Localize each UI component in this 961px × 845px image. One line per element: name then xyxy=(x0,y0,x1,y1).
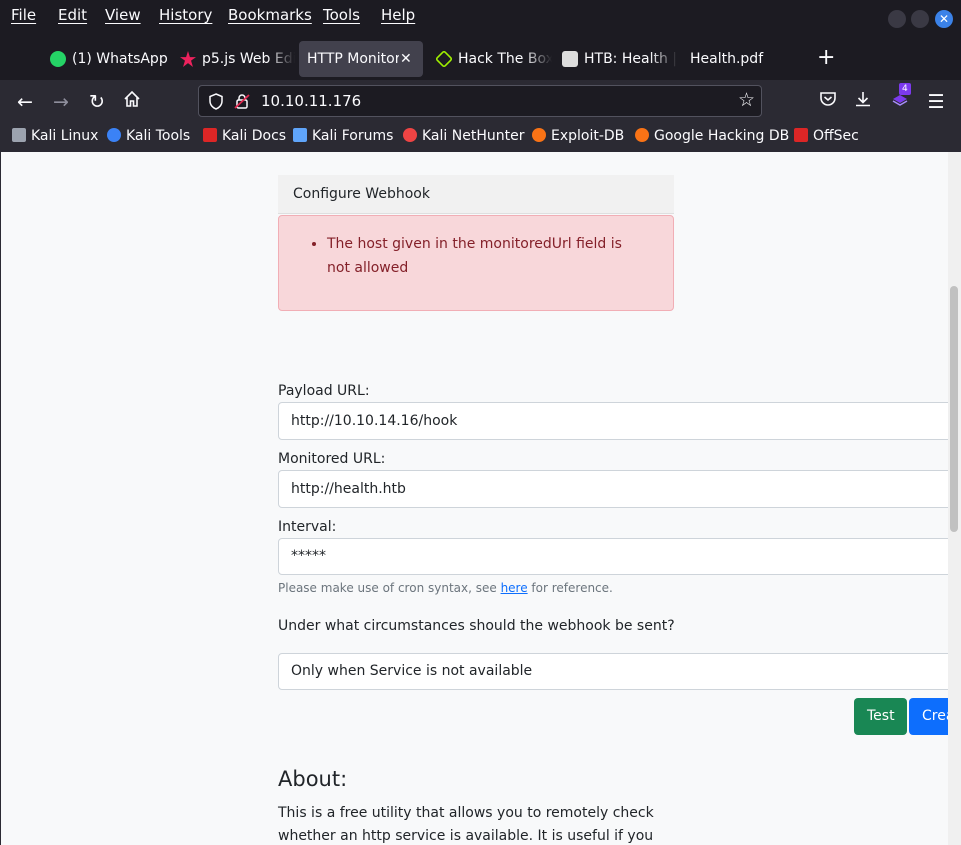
menu-view[interactable]: View xyxy=(105,6,141,24)
menu-file[interactable]: File xyxy=(11,6,36,24)
cron-reference-link[interactable]: here xyxy=(501,581,528,595)
tab-htb-health[interactable]: HTB: Health | xyxy=(552,41,678,77)
kali-nethunter-icon xyxy=(403,128,417,142)
forward-button[interactable]: → xyxy=(49,90,73,114)
payload-url-label: Payload URL: xyxy=(278,383,370,399)
error-message: The host given in the monitoredUrl field… xyxy=(327,232,647,280)
app-menu-button[interactable]: ☰ xyxy=(924,90,948,114)
hackthebox-icon xyxy=(434,49,454,69)
help-text-before: Please make use of cron syntax, see xyxy=(278,581,501,595)
bookmark-kali-docs[interactable]: Kali Docs xyxy=(203,128,286,144)
about-heading: About: xyxy=(278,767,348,791)
bookmark-label: Kali NetHunter xyxy=(422,128,525,144)
bookmark-kali-tools[interactable]: Kali Tools xyxy=(107,128,190,144)
bookmark-label: Kali Forums xyxy=(312,128,394,144)
new-tab-button[interactable]: + xyxy=(817,46,835,70)
close-tab-icon[interactable]: ✕ xyxy=(400,41,412,77)
about-text: This is a free utility that allows you t… xyxy=(278,805,654,844)
kali-forums-icon xyxy=(293,128,307,142)
tab-label: (1) WhatsApp xyxy=(72,51,168,67)
reload-button[interactable]: ↻ xyxy=(85,90,109,114)
menu-bookmarks[interactable]: Bookmarks xyxy=(228,6,312,24)
card-header: Configure Webhook xyxy=(278,175,674,214)
window-close-button[interactable]: ✕ xyxy=(935,10,953,28)
bookmark-exploit-db[interactable]: Exploit-DB xyxy=(532,128,624,144)
minimize-button[interactable] xyxy=(888,10,906,28)
interval-input[interactable]: ***** xyxy=(278,538,961,575)
payload-url-input[interactable]: http://10.10.14.16/hook xyxy=(278,402,961,440)
menu-edit[interactable]: Edit xyxy=(58,6,87,24)
bookmark-label: OffSec xyxy=(813,128,859,144)
menu-bar: File Edit View History Bookmarks Tools H… xyxy=(0,0,961,32)
page-scrollbar[interactable] xyxy=(948,152,961,845)
menu-tools[interactable]: Tools xyxy=(323,6,360,24)
address-bar[interactable]: 10.10.11.176 ☆ xyxy=(198,85,762,117)
exploit-db-icon xyxy=(532,128,546,142)
pocket-icon xyxy=(820,92,836,106)
tab-label: Health.pdf xyxy=(690,51,764,67)
downloads-button[interactable] xyxy=(851,90,875,114)
insecure-lock-icon[interactable] xyxy=(234,93,250,110)
bookmark-label: Kali Docs xyxy=(222,128,287,144)
cron-help-text: Please make use of cron syntax, see here… xyxy=(278,581,613,595)
url-text: 10.10.11.176 xyxy=(261,92,362,110)
ghdb-icon xyxy=(635,128,649,142)
bookmark-label: Google Hacking DB xyxy=(654,128,790,144)
navigation-toolbar: ← → ↻ 10.10.11.176 ☆ 4 ☰ xyxy=(0,80,961,124)
bookmark-label: Exploit-DB xyxy=(551,128,625,144)
menu-history[interactable]: History xyxy=(159,6,212,24)
help-text-after: for reference. xyxy=(527,581,613,595)
bookmark-offsec[interactable]: OffSec xyxy=(794,128,859,144)
home-icon xyxy=(124,90,140,107)
home-button[interactable] xyxy=(120,90,144,114)
error-alert: The host given in the monitoredUrl field… xyxy=(278,215,674,311)
tab-strip: (1) WhatsApp p5.js Web Editor HTTP Monit… xyxy=(0,38,961,80)
extension-badge: 4 xyxy=(899,83,911,95)
kali-docs-icon xyxy=(203,128,217,142)
tab-p5js[interactable]: p5.js Web Editor xyxy=(170,41,295,77)
condition-question: Under what circumstances should the webh… xyxy=(278,618,675,634)
scrollbar-thumb[interactable] xyxy=(950,286,958,532)
tab-whatsapp[interactable]: (1) WhatsApp xyxy=(40,41,170,77)
test-button[interactable]: Test xyxy=(854,698,907,735)
pocket-button[interactable] xyxy=(816,90,840,114)
download-icon xyxy=(856,92,870,107)
interval-label: Interval: xyxy=(278,519,337,535)
kali-dragon-icon xyxy=(12,128,26,142)
bookmark-kali-forums[interactable]: Kali Forums xyxy=(293,128,393,144)
tab-http-monitor[interactable]: HTTP Monitor ✕ xyxy=(299,41,423,77)
back-button[interactable]: ← xyxy=(13,90,37,114)
bookmark-google-hacking-db[interactable]: Google Hacking DB xyxy=(635,128,789,144)
tab-label: HTTP Monitor xyxy=(307,51,399,67)
monitored-url-label: Monitored URL: xyxy=(278,451,386,467)
whatsapp-icon xyxy=(50,51,66,67)
bookmark-star-icon[interactable]: ☆ xyxy=(738,89,755,111)
extension-button[interactable]: 4 xyxy=(888,83,912,114)
bookmarks-toolbar: Kali Linux Kali Tools Kali Docs Kali For… xyxy=(0,124,961,152)
htb-health-icon xyxy=(562,51,578,67)
monitored-url-input[interactable]: http://health.htb xyxy=(278,470,961,508)
p5js-icon xyxy=(180,51,196,67)
error-list: The host given in the monitoredUrl field… xyxy=(327,232,647,280)
page-viewport: Configure Webhook The host given in the … xyxy=(0,152,961,845)
maximize-button[interactable] xyxy=(911,10,929,28)
bookmark-label: Kali Linux xyxy=(31,128,99,144)
menu-help[interactable]: Help xyxy=(381,6,415,24)
bookmark-kali-nethunter[interactable]: Kali NetHunter xyxy=(403,128,524,144)
bookmark-label: Kali Tools xyxy=(126,128,191,144)
bookmark-kali-linux[interactable]: Kali Linux xyxy=(12,128,98,144)
kali-tools-icon xyxy=(107,128,121,142)
tab-hackthebox[interactable]: Hack The Box xyxy=(426,41,552,77)
tab-health-pdf[interactable]: Health.pdf xyxy=(680,41,800,77)
offsec-icon xyxy=(794,128,808,142)
shield-icon[interactable] xyxy=(208,93,224,110)
condition-select[interactable]: Only when Service is not available xyxy=(278,653,961,690)
